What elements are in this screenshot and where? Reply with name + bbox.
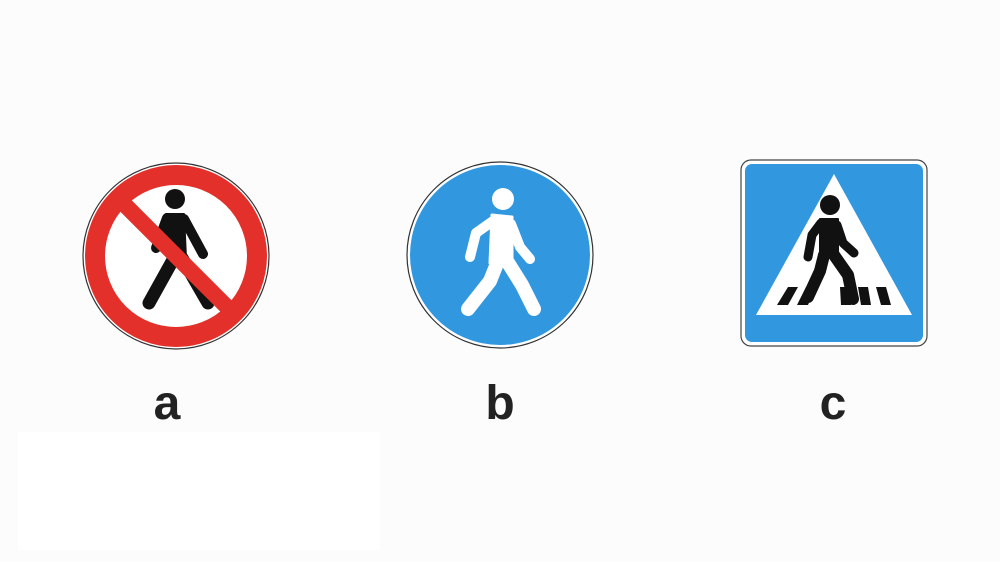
sign-a-label: a <box>153 377 181 430</box>
sign-b-label: b <box>485 377 515 430</box>
signs-figure: a b c <box>0 0 1000 562</box>
sign-c-label: c <box>819 377 847 430</box>
no-pedestrians-sign-icon <box>82 162 270 350</box>
pedestrian-crossing-sign-icon <box>740 159 928 347</box>
white-background-patch <box>18 432 380 550</box>
pedestrian-path-sign-icon <box>406 161 594 349</box>
